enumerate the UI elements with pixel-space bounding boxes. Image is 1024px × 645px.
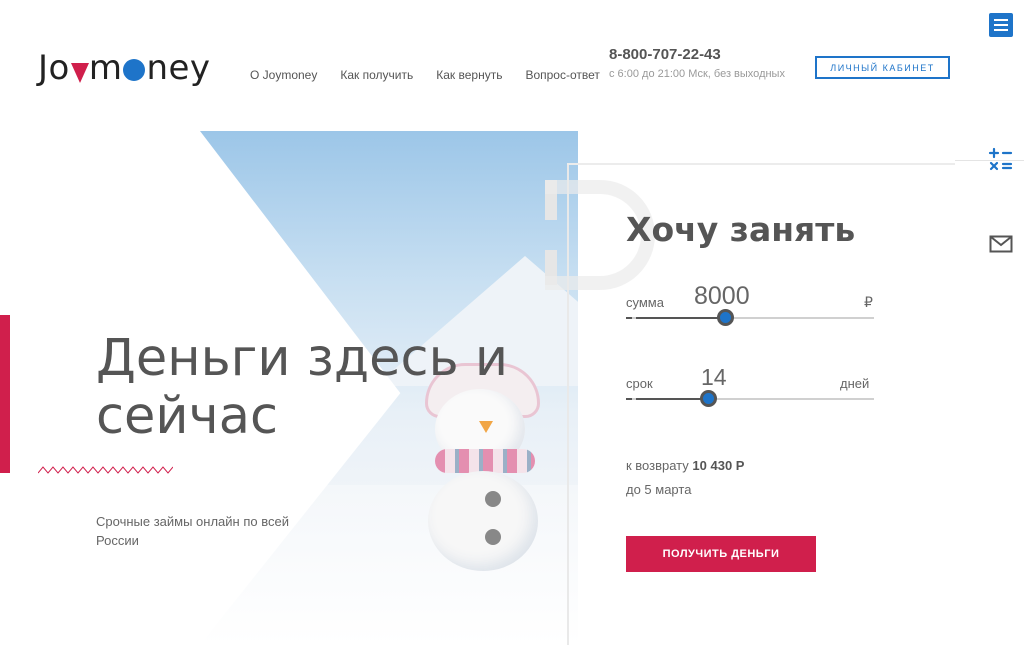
panel-border bbox=[567, 163, 955, 165]
panel-border bbox=[567, 163, 569, 645]
sum-slider-fill bbox=[636, 317, 725, 319]
hero-title: Деньги здесь и сейчас bbox=[96, 329, 508, 446]
working-hours: с 6:00 до 21:00 Мск, без выходных bbox=[609, 68, 785, 80]
mail-icon[interactable] bbox=[989, 235, 1013, 253]
zigzag-decoration bbox=[38, 466, 173, 474]
term-slider-thumb[interactable] bbox=[700, 390, 717, 407]
sum-value: 8000 bbox=[694, 282, 750, 310]
term-slider[interactable] bbox=[626, 390, 874, 407]
repay-amount-line: к возврату 10 430 Р bbox=[626, 458, 744, 473]
term-value: 14 bbox=[701, 364, 727, 390]
nav-item-faq[interactable]: Вопрос-ответ bbox=[525, 68, 599, 82]
get-money-button[interactable]: ПОЛУЧИТЬ ДЕНЬГИ bbox=[626, 536, 816, 572]
currency-symbol: ₽ bbox=[864, 294, 873, 310]
sum-label: сумма bbox=[626, 295, 664, 310]
repay-amount: 10 430 Р bbox=[692, 458, 745, 473]
nav-item-how-to-get[interactable]: Как получить bbox=[340, 68, 413, 82]
logo-text: Jo m ney bbox=[38, 48, 211, 88]
main-nav: О Joymoney Как получить Как вернуть Вопр… bbox=[250, 68, 600, 82]
menu-icon[interactable] bbox=[989, 13, 1013, 37]
phone-number[interactable]: 8-800-707-22-43 bbox=[609, 46, 721, 63]
logo[interactable]: Jo m ney bbox=[38, 48, 211, 88]
sum-slider-thumb[interactable] bbox=[717, 309, 734, 326]
repay-date: до 5 марта bbox=[626, 482, 692, 497]
page: Jo m ney О Joymoney Как получить Как верну… bbox=[0, 0, 1024, 645]
nav-item-about[interactable]: О Joymoney bbox=[250, 68, 317, 82]
hero-subtitle: Срочные займы онлайн по всей России bbox=[96, 514, 289, 548]
term-slider-fill bbox=[636, 398, 708, 400]
term-unit: дней bbox=[840, 376, 870, 391]
sum-slider[interactable] bbox=[626, 309, 874, 326]
term-label: срок bbox=[626, 376, 653, 391]
calculator-icon[interactable] bbox=[988, 147, 1014, 173]
accent-bar bbox=[0, 315, 10, 473]
calculator-title: Хочу занять bbox=[626, 210, 856, 249]
personal-cabinet-button[interactable]: ЛИЧНЫЙ КАБИНЕТ bbox=[815, 56, 950, 79]
repay-prefix: к возврату bbox=[626, 458, 689, 473]
nav-item-how-to-repay[interactable]: Как вернуть bbox=[436, 68, 502, 82]
